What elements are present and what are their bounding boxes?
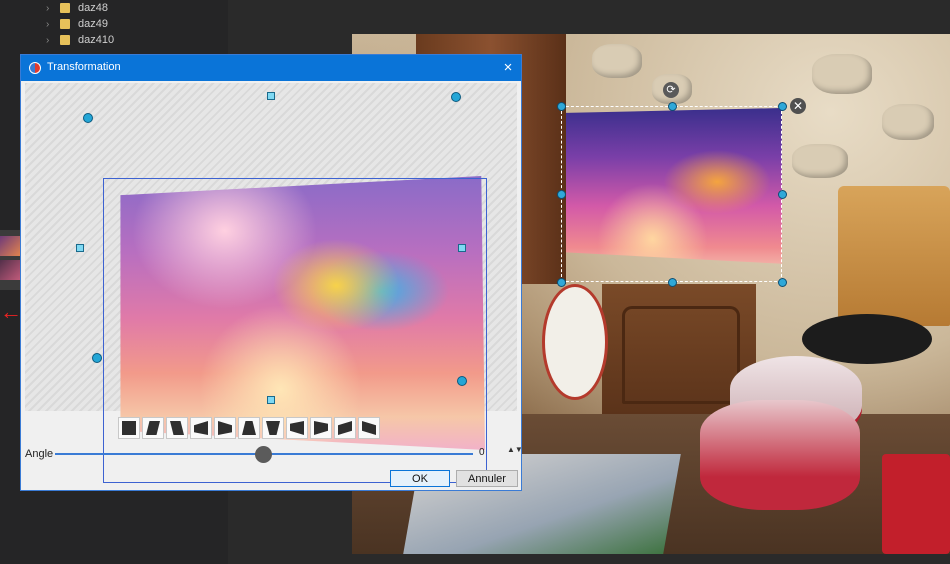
cabinet-door [622,306,740,404]
preset-parallelogram-up-button[interactable] [334,417,356,439]
side-handle[interactable] [267,396,275,404]
trapezoid-icon [266,421,280,435]
app-icon [29,62,41,74]
resize-handle[interactable] [778,102,787,111]
thumbnail-strip [0,230,22,290]
parallelogram-icon [362,421,376,435]
stone-texture [812,54,872,94]
lamp-shade [838,186,950,326]
corner-handle[interactable] [92,353,102,363]
resize-handle[interactable] [778,190,787,199]
dialog-title: Transformation [47,61,121,73]
stone-texture [792,144,848,178]
cancel-button[interactable]: Annuler [456,470,518,487]
perspective-icon [218,421,232,435]
angle-label: Angle [25,448,54,460]
preset-trapezoid-top-button[interactable] [238,417,260,439]
stone-texture [592,44,642,78]
folder-icon [60,19,70,29]
decorative-plate [542,284,608,400]
folder-row[interactable]: › daz49 [46,16,108,32]
rotate-icon[interactable]: ⟳ [663,82,679,98]
skew-right-icon [146,421,160,435]
preset-perspective-right-down-button[interactable] [310,417,332,439]
arrow-left-icon[interactable]: ← [0,301,22,323]
preset-skew-left-button[interactable] [166,417,188,439]
resize-handle[interactable] [557,190,566,199]
folder-icon [60,3,70,13]
pirate-hat [802,314,932,364]
angle-spin-buttons[interactable]: ▲▼ [507,446,523,454]
chevron-right-icon[interactable]: › [46,3,60,14]
chevron-right-icon[interactable]: › [46,19,60,30]
scene-selection-frame[interactable] [561,106,782,282]
resize-handle[interactable] [778,278,787,287]
close-icon[interactable]: × [498,57,518,79]
stone-texture [882,104,934,140]
side-handle[interactable] [458,244,466,252]
thumbnail[interactable] [0,260,20,280]
angle-value[interactable]: 0 [479,447,485,458]
folder-row[interactable]: › daz48 [46,0,108,16]
perspective-icon [314,421,328,435]
side-handle[interactable] [76,244,84,252]
folder-label: daz410 [78,34,115,46]
close-icon[interactable]: ✕ [790,98,806,114]
preset-toolbar [118,417,380,439]
gift-box [700,400,860,510]
preset-perspective-right-up-button[interactable] [214,417,236,439]
skew-left-icon [170,421,184,435]
preset-rectangle-button[interactable] [118,417,140,439]
preset-perspective-left-up-button[interactable] [190,417,212,439]
corner-handle[interactable] [83,113,93,123]
perspective-icon [290,421,304,435]
dialog-titlebar[interactable]: Transformation × [21,55,521,81]
trapezoid-icon [242,421,256,435]
parallelogram-icon [338,421,352,435]
rectangle-icon [122,421,136,435]
thumbnail[interactable] [0,236,20,256]
folder-icon [60,35,70,45]
preset-parallelogram-down-button[interactable] [358,417,380,439]
transformation-dialog: Transformation × Angle 0 ▲▼ OK Annuler [20,54,523,491]
angle-slider-thumb[interactable] [255,446,272,463]
side-handle[interactable] [267,92,275,100]
red-box [882,454,950,554]
folder-row[interactable]: › daz410 [46,32,114,48]
preset-skew-right-button[interactable] [142,417,164,439]
resize-handle[interactable] [668,102,677,111]
chevron-right-icon[interactable]: › [46,35,60,46]
resize-handle[interactable] [557,102,566,111]
corner-handle[interactable] [457,376,467,386]
folder-label: daz49 [78,18,108,30]
ok-button[interactable]: OK [390,470,450,487]
perspective-icon [194,421,208,435]
resize-handle[interactable] [668,278,677,287]
preset-perspective-left-down-button[interactable] [286,417,308,439]
corner-handle[interactable] [451,92,461,102]
preset-trapezoid-bottom-button[interactable] [262,417,284,439]
folder-label: daz48 [78,2,108,14]
resize-handle[interactable] [557,278,566,287]
